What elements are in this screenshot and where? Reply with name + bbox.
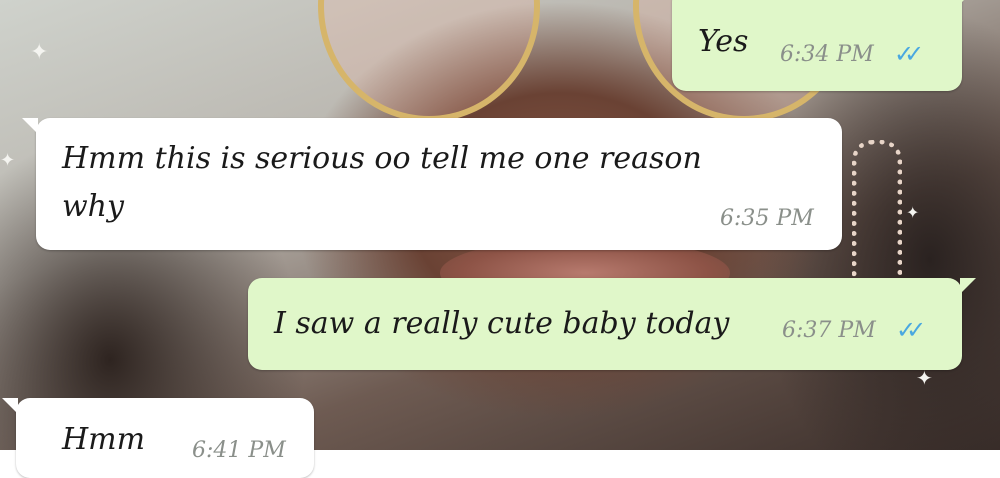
message-timestamp: 6:41 PM bbox=[192, 438, 286, 463]
message-text: Hmm bbox=[62, 422, 146, 457]
message-bubble-outgoing[interactable]: Yes 6:34 PM ✓✓ bbox=[672, 0, 976, 91]
message-bubble-incoming[interactable]: Hmm this is serious oo tell me one reaso… bbox=[22, 118, 842, 250]
sparkle-icon: ✦ bbox=[916, 366, 933, 390]
message-bubble-incoming[interactable]: Hmm 6:41 PM bbox=[2, 398, 314, 478]
message-text: I saw a really cute baby today bbox=[274, 306, 730, 341]
wallpaper-earring bbox=[852, 140, 902, 300]
sparkle-icon: ✦ bbox=[30, 40, 49, 65]
sparkle-icon: ✦ bbox=[906, 203, 920, 222]
wallpaper-glasses-left bbox=[318, 0, 540, 122]
message-timestamp: 6:35 PM bbox=[720, 206, 814, 231]
double-check-icon: ✓✓ bbox=[894, 40, 924, 68]
message-bubble-outgoing[interactable]: I saw a really cute baby today 6:37 PM ✓… bbox=[248, 278, 976, 370]
double-check-icon: ✓✓ bbox=[896, 316, 926, 344]
message-timestamp: 6:37 PM bbox=[782, 318, 876, 343]
sparkle-icon: ✦ bbox=[0, 150, 16, 171]
message-text: Yes bbox=[698, 24, 749, 59]
message-timestamp: 6:34 PM bbox=[780, 42, 874, 67]
message-text: Hmm this is serious oo tell me one reaso… bbox=[62, 141, 702, 224]
